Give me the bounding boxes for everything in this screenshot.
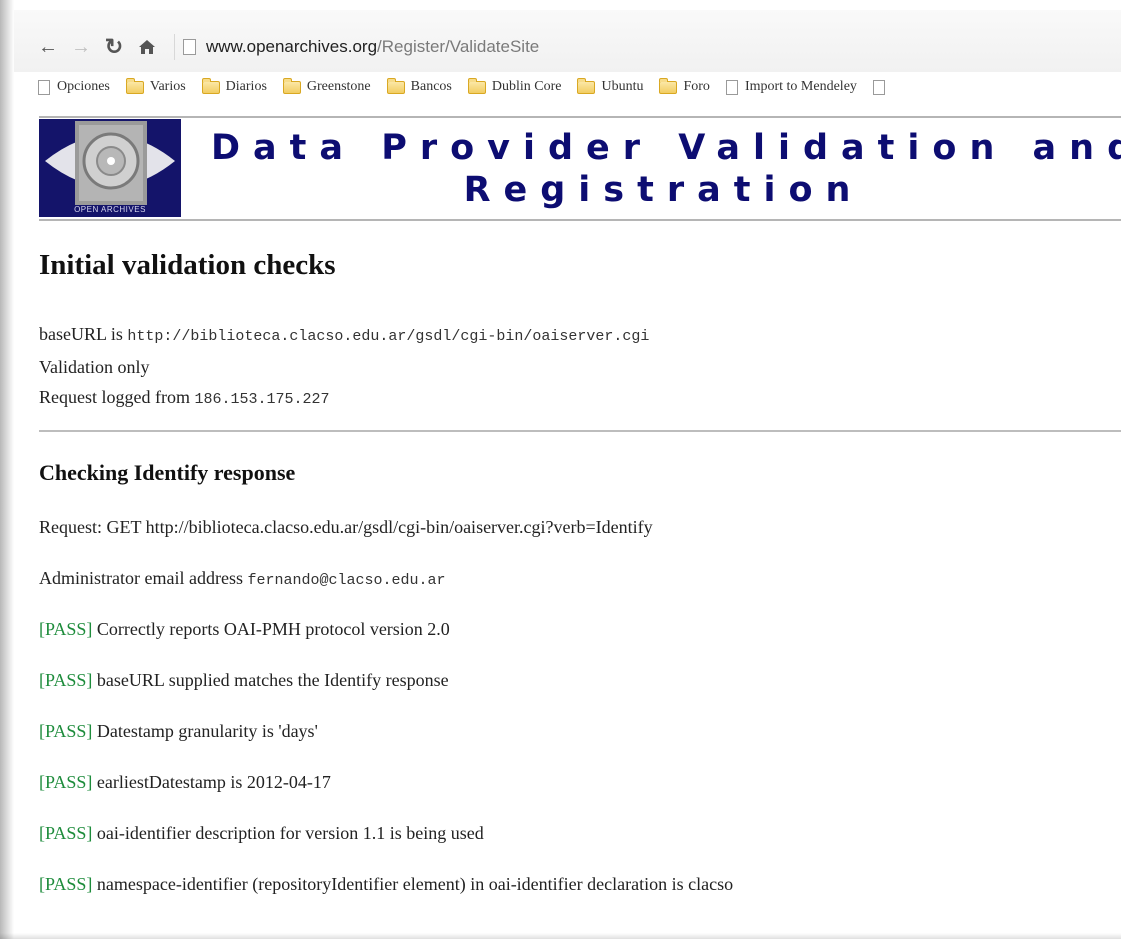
address-bar[interactable]: www.openarchives.org/Register/ValidateSi… [174, 34, 539, 60]
url-domain: www.openarchives.org [206, 37, 378, 56]
bookmarks-bar: Opciones Varios Diarios Greenstone Banco… [38, 74, 908, 100]
folder-icon [282, 77, 301, 94]
check-result: [PASS] namespace-identifier (repositoryI… [39, 872, 733, 897]
admin-email-line: Administrator email address fernando@cla… [39, 566, 733, 591]
page-icon [725, 79, 738, 95]
bookmark-label: Import to Mendeley [744, 79, 857, 94]
bookmark-label: Foro [683, 79, 710, 94]
check-text: namespace-identifier (repositoryIdentifi… [96, 874, 734, 894]
validation-mode: Validation only [39, 357, 150, 377]
url-path: /Register/ValidateSite [377, 37, 540, 56]
banner-divider [39, 116, 1121, 118]
page-icon [38, 79, 50, 95]
bookmark-ubuntu[interactable]: Ubuntu [577, 77, 644, 95]
check-result: [PASS] Datestamp granularity is 'days' [39, 719, 733, 744]
baseurl-line: baseURL is http://biblioteca.clacso.edu.… [39, 319, 649, 352]
eye-logo-icon [39, 119, 181, 217]
bookmark-label: Opciones [57, 79, 110, 94]
page-banner: OPEN ARCHIVES Data Provider Validation a… [39, 119, 1121, 217]
bookmark-label: Diarios [225, 79, 267, 94]
banner-divider [39, 219, 1121, 221]
bookmark-bancos[interactable]: Bancos [386, 77, 452, 95]
identify-request: Request: GET http://biblioteca.clacso.ed… [39, 517, 653, 537]
bookmark-diarios[interactable]: Diarios [201, 77, 267, 95]
reload-icon[interactable]: ↻ [100, 33, 128, 61]
admin-email-label: Administrator email address [39, 568, 243, 588]
pass-badge: [PASS] [39, 670, 93, 690]
folder-icon [125, 77, 144, 94]
forward-arrow-icon[interactable]: → [67, 33, 95, 61]
pass-badge: [PASS] [39, 619, 93, 639]
pass-badge: [PASS] [39, 772, 93, 792]
initial-checks-heading: Initial validation checks [39, 249, 336, 281]
check-text: earliestDatestamp is 2012-04-17 [96, 772, 331, 792]
logo-caption: OPEN ARCHIVES [74, 205, 146, 214]
admin-email-value: fernando@clacso.edu.ar [247, 572, 446, 589]
bookmark-label: Varios [149, 79, 186, 94]
check-text: Correctly reports OAI-PMH protocol versi… [96, 619, 450, 639]
pass-badge: [PASS] [39, 823, 93, 843]
check-text: Datestamp granularity is 'days' [96, 721, 318, 741]
check-text: oai-identifier description for version 1… [96, 823, 484, 843]
folder-icon [577, 77, 596, 94]
bookmark-import-to-mendeley[interactable]: Import to Mendeley [725, 79, 857, 95]
pass-badge: [PASS] [39, 721, 93, 741]
bookmark-greenstone[interactable]: Greenstone [282, 77, 371, 95]
home-icon[interactable] [133, 33, 161, 61]
check-result: [PASS] earliestDatestamp is 2012-04-17 [39, 770, 733, 795]
section-divider [39, 430, 1121, 432]
folder-icon [201, 77, 220, 94]
request-logged-line: Request logged from 186.153.175.227 [39, 382, 649, 415]
baseurl-label: baseURL is [39, 324, 123, 344]
bookmark-label: Dublin Core [491, 79, 562, 94]
check-result: [PASS] baseURL supplied matches the Iden… [39, 668, 733, 693]
bookmark-label: Bancos [410, 79, 452, 94]
bookmark-foro[interactable]: Foro [659, 77, 710, 95]
navigation-bar: ← → ↻ www.openarchives.org/Register/Vali… [34, 32, 539, 62]
frame-shadow [0, 0, 14, 939]
check-result: [PASS] Correctly reports OAI-PMH protoco… [39, 617, 733, 642]
folder-icon [467, 77, 486, 94]
request-ip: 186.153.175.227 [194, 391, 330, 408]
title-line-1: Data Provider Validation and [211, 128, 1121, 168]
folder-icon [659, 77, 678, 94]
bookmark-label: Ubuntu [601, 79, 644, 94]
bookmark-dublin-core[interactable]: Dublin Core [467, 77, 562, 95]
frame-shadow [0, 933, 1121, 939]
back-arrow-icon[interactable]: ← [34, 33, 62, 61]
check-text: baseURL supplied matches the Identify re… [96, 670, 449, 690]
title-line-2: Registration [463, 170, 864, 210]
bookmark-varios[interactable]: Varios [125, 77, 186, 95]
check-result: [PASS] oai-identifier description for ve… [39, 821, 733, 846]
page-icon [872, 79, 885, 95]
folder-icon [386, 77, 405, 94]
browser-window: ← → ↻ www.openarchives.org/Register/Vali… [14, 10, 1121, 935]
page-title: Data Provider Validation and Registratio… [211, 127, 1121, 211]
browser-toolbar: ← → ↻ www.openarchives.org/Register/Vali… [14, 10, 1121, 72]
open-archives-logo: OPEN ARCHIVES [39, 119, 181, 217]
baseurl-value: http://biblioteca.clacso.edu.ar/gsdl/cgi… [127, 328, 650, 345]
bookmark-overflow[interactable] [872, 79, 892, 95]
home-icon-svg [139, 40, 155, 54]
bookmark-opciones[interactable]: Opciones [38, 79, 110, 95]
bookmark-label: Greenstone [306, 79, 371, 94]
identify-checks: Request: GET http://biblioteca.clacso.ed… [39, 515, 733, 923]
request-logged-label: Request logged from [39, 387, 190, 407]
pass-badge: [PASS] [39, 874, 93, 894]
initial-checks-details: baseURL is http://biblioteca.clacso.edu.… [39, 319, 649, 415]
identify-heading: Checking Identify response [39, 460, 296, 485]
page-icon [183, 39, 196, 55]
